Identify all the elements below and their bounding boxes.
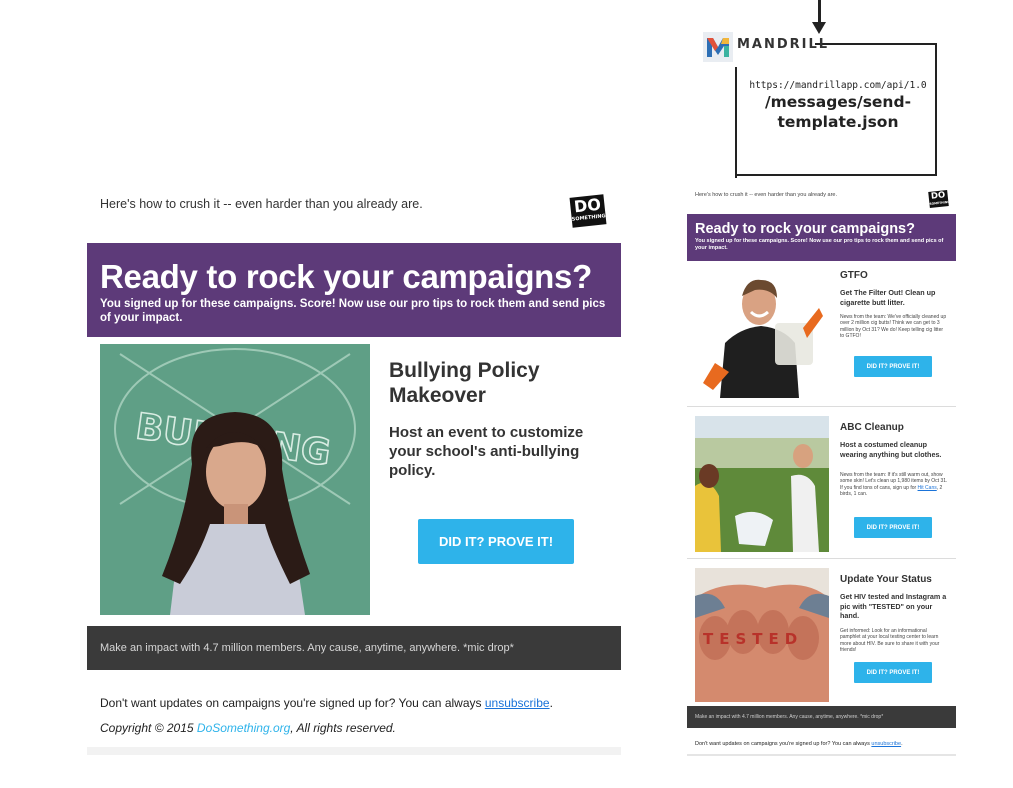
unsubscribe-link[interactable]: unsubscribe (485, 696, 550, 710)
gtfo-photo[interactable] (695, 268, 829, 398)
svg-text:TESTED: TESTED (703, 630, 803, 648)
hit-cans-link[interactable]: Hit Cans (918, 485, 937, 491)
mandrill-logo-icon (703, 32, 733, 62)
tested-knuckles-photo[interactable]: TESTED (695, 568, 829, 702)
campaign-card-update-status: TESTED Update Your Status Get HIV tested… (687, 568, 956, 704)
footer-bar: Make an impact with 4.7 million members.… (87, 626, 621, 670)
unsubscribe-line: Don't want updates on campaigns you're s… (100, 696, 553, 710)
arrow-line (818, 0, 821, 24)
prove-it-button[interactable]: DID IT? PROVE IT! (854, 517, 932, 538)
card-description: Get HIV tested and Instagram a pic with … (840, 592, 947, 620)
api-path: /messages/send- template.json (764, 93, 912, 131)
hero-subtitle: You signed up for these campaigns. Score… (100, 298, 606, 324)
preheader-text: Here's how to crush it -- even harder th… (695, 192, 837, 198)
card-news: News from the team: We've officially cle… (840, 314, 947, 340)
prove-it-button[interactable]: DID IT? PROVE IT! (418, 519, 574, 564)
mandrill-brand-label: MANDRILL (737, 37, 830, 52)
unsubscribe-line: Don't want updates on campaigns you're s… (695, 741, 903, 747)
campaign-card-abc-cleanup: ABC Cleanup Host a costumed cleanup wear… (687, 416, 956, 561)
dosomething-logo[interactable]: DO SOMETHING.ORG (928, 190, 958, 208)
prove-it-button[interactable]: DID IT? PROVE IT! (854, 356, 932, 377)
campaign-title[interactable]: Bullying Policy Makeover (389, 358, 609, 408)
hero-banner: Ready to rock your campaigns? You signed… (687, 214, 956, 261)
dosomething-link[interactable]: DoSomething.org (197, 721, 290, 735)
card-news: News from the team: If it's still warm o… (840, 472, 948, 498)
api-url: https://mandrillapp.com/api/1.0 (749, 80, 927, 91)
hero-title: Ready to rock your campaigns? (695, 221, 915, 237)
card-description: Get The Filter Out! Clean up cigarette b… (840, 288, 936, 307)
card-title[interactable]: Update Your Status (840, 574, 932, 585)
campaign-subtitle: Host an event to customize your school's… (389, 424, 584, 479)
arrow-down-icon (812, 22, 826, 34)
card-title[interactable]: GTFO (840, 270, 868, 281)
preheader-text: Here's how to crush it -- even harder th… (100, 197, 423, 211)
desktop-email: Here's how to crush it -- even harder th… (87, 180, 621, 755)
bullying-photo-image: BULLYING (100, 344, 370, 615)
copyright-line: Copyright © 2015 DoSomething.org, All ri… (100, 721, 396, 735)
mobile-email: Here's how to crush it -- even harder th… (687, 184, 958, 756)
card-news: Get informed: Look for an informational … (840, 628, 940, 654)
hero-banner: Ready to rock your campaigns? You signed… (87, 243, 621, 337)
abc-cleanup-photo[interactable] (695, 416, 829, 552)
hero-title: Ready to rock your campaigns? (100, 258, 592, 295)
card-title[interactable]: ABC Cleanup (840, 422, 904, 433)
campaign-card-gtfo: GTFO Get The Filter Out! Clean up cigare… (687, 268, 956, 408)
hero-subtitle: You signed up for these campaigns. Score… (695, 238, 944, 251)
card-description: Host a costumed cleanup wearing anything… (840, 440, 942, 459)
prove-it-button[interactable]: DID IT? PROVE IT! (854, 662, 932, 683)
footer-bar: Make an impact with 4.7 million members.… (687, 706, 956, 728)
dosomething-logo[interactable]: DO SOMETHING.ORG (569, 194, 620, 228)
campaign-photo[interactable]: BULLYING (100, 344, 370, 615)
unsubscribe-link[interactable]: unsubscribe (871, 741, 901, 747)
